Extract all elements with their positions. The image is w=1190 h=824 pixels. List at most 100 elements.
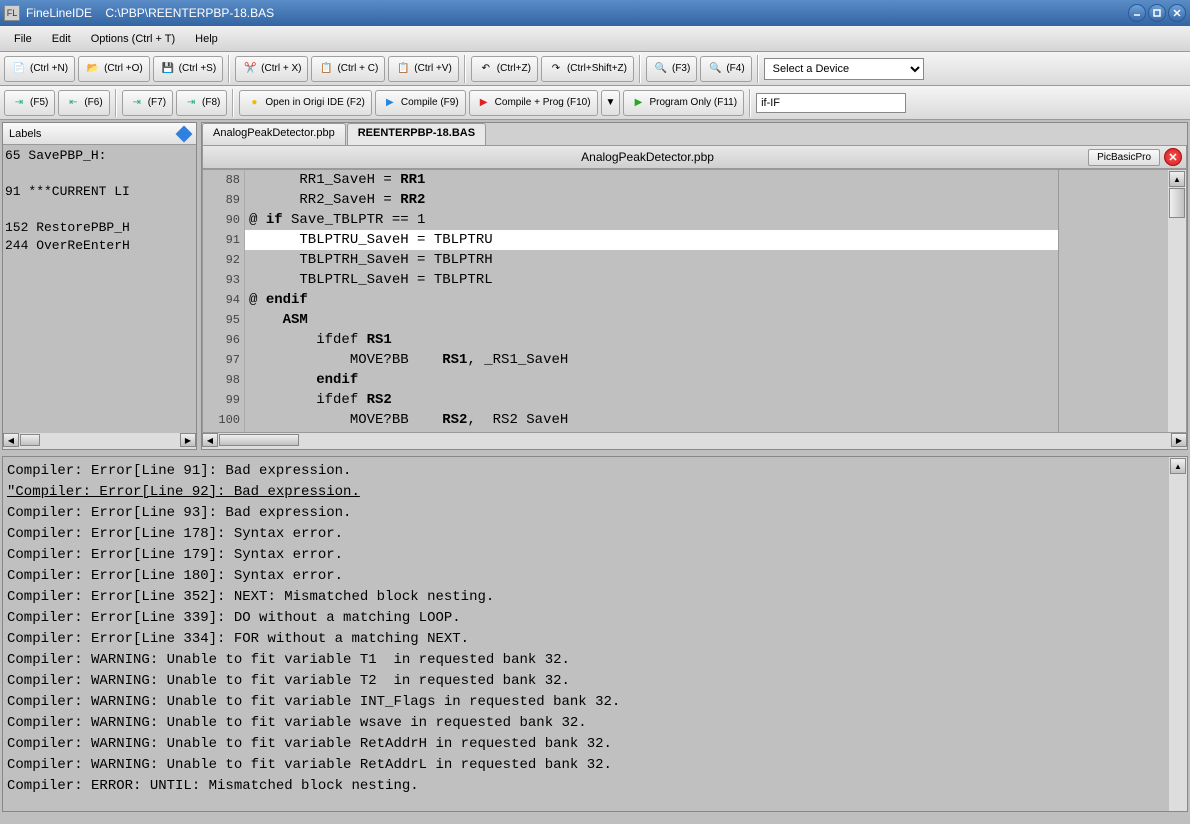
- scroll-thumb[interactable]: [219, 434, 299, 446]
- undo-button[interactable]: ↶(Ctrl+Z): [471, 56, 538, 82]
- editor-panel: AnalogPeakDetector.pbpREENTERPBP-18.BAS …: [201, 122, 1188, 450]
- find-button[interactable]: 🔍(F3): [646, 56, 697, 82]
- code-lines[interactable]: RR1_SaveH = RR1 RR2_SaveH = RR2@ if Save…: [245, 170, 1058, 432]
- scroll-right-button[interactable]: ▶: [180, 433, 196, 447]
- label-row[interactable]: [5, 201, 194, 219]
- labels-panel: Labels 65 SavePBP_H: 91 ***CURRENT LI 15…: [2, 122, 197, 450]
- scroll-thumb[interactable]: [20, 434, 40, 446]
- menu-options[interactable]: Options (Ctrl + T): [81, 29, 185, 49]
- code-line[interactable]: TBLPTRH_SaveH = TBLPTRH: [245, 250, 1058, 270]
- output-line[interactable]: Compiler: Error[Line 334]: FOR without a…: [7, 629, 1165, 650]
- indent-left-button[interactable]: ⇤(F6): [58, 90, 109, 116]
- indent-right-button[interactable]: ⇥(F5): [4, 90, 55, 116]
- editor-tab[interactable]: REENTERPBP-18.BAS: [347, 123, 486, 145]
- redo-button[interactable]: ↷(Ctrl+Shift+Z): [541, 56, 634, 82]
- save-button[interactable]: 💾(Ctrl +S): [153, 56, 224, 82]
- minimize-button[interactable]: [1128, 4, 1146, 22]
- cut-button[interactable]: ✂️(Ctrl + X): [235, 56, 308, 82]
- format-button-f7[interactable]: ⇥(F7): [122, 90, 173, 116]
- save-disk-icon: 💾: [160, 61, 176, 77]
- copy-button[interactable]: 📋(Ctrl + C): [311, 56, 385, 82]
- open-ide-button[interactable]: ●Open in Origi IDE (F2): [239, 90, 371, 116]
- format-button-f8[interactable]: ⇥(F8): [176, 90, 227, 116]
- output-vscroll[interactable]: ▲: [1169, 457, 1187, 811]
- language-badge[interactable]: PicBasicPro: [1088, 149, 1160, 166]
- code-line[interactable]: @ endif: [245, 290, 1058, 310]
- output-line[interactable]: Compiler: WARNING: Unable to fit variabl…: [7, 650, 1165, 671]
- output-line[interactable]: Compiler: WARNING: Unable to fit variabl…: [7, 692, 1165, 713]
- play-red-icon: ▶: [476, 95, 492, 111]
- output-line[interactable]: Compiler: WARNING: Unable to fit variabl…: [7, 755, 1165, 776]
- output-line[interactable]: Compiler: ERROR: UNTIL: Mismatched block…: [7, 776, 1165, 797]
- open-button[interactable]: 📂(Ctrl +O): [78, 56, 150, 82]
- compile-button[interactable]: ▶Compile (F9): [375, 90, 466, 116]
- redo-icon: ↷: [548, 61, 564, 77]
- output-line[interactable]: "Compiler: Error[Line 92]: Bad expressio…: [7, 482, 1165, 503]
- editor-tabs: AnalogPeakDetector.pbpREENTERPBP-18.BAS: [202, 123, 1187, 145]
- new-button[interactable]: 📄(Ctrl +N): [4, 56, 75, 82]
- output-line[interactable]: Compiler: Error[Line 339]: DO without a …: [7, 608, 1165, 629]
- close-button[interactable]: [1168, 4, 1186, 22]
- code-line[interactable]: MOVE?BB RS2, RS2 SaveH: [245, 410, 1058, 430]
- menu-file[interactable]: File: [4, 29, 42, 49]
- search-next-icon: 🔍: [707, 61, 723, 77]
- output-line[interactable]: Compiler: WARNING: Unable to fit variabl…: [7, 713, 1165, 734]
- code-line[interactable]: ifdef RS1: [245, 330, 1058, 350]
- label-row[interactable]: 244 OverReEnterH: [5, 237, 194, 255]
- output-line[interactable]: Compiler: Error[Line 178]: Syntax error.: [7, 524, 1165, 545]
- diamond-icon: [176, 125, 193, 142]
- code-line[interactable]: MOVE?BB RS1, _RS1_SaveH: [245, 350, 1058, 370]
- program-only-button[interactable]: ▶Program Only (F11): [623, 90, 744, 116]
- toolbar-row-1: 📄(Ctrl +N) 📂(Ctrl +O) 💾(Ctrl +S) ✂️(Ctrl…: [0, 52, 1190, 86]
- code-line[interactable]: @ if Save_TBLPTR == 1: [245, 210, 1058, 230]
- code-line[interactable]: RR1_SaveH = RR1: [245, 170, 1058, 190]
- code-line[interactable]: ifdef RS2: [245, 390, 1058, 410]
- scroll-up-button[interactable]: ▲: [1169, 171, 1185, 187]
- app-icon: FL: [4, 5, 20, 21]
- find-next-button[interactable]: 🔍(F4): [700, 56, 751, 82]
- label-row[interactable]: [5, 165, 194, 183]
- paste-button[interactable]: 📋(Ctrl +V): [388, 56, 459, 82]
- labels-header[interactable]: Labels: [3, 123, 196, 145]
- device-select[interactable]: Select a Device: [764, 58, 924, 80]
- close-file-button[interactable]: ✕: [1164, 148, 1182, 166]
- output-line[interactable]: Compiler: Error[Line 93]: Bad expression…: [7, 503, 1165, 524]
- label-row[interactable]: 91 ***CURRENT LI: [5, 183, 194, 201]
- code-line[interactable]: TBLPTRU_SaveH = TBLPTRU: [245, 230, 1058, 250]
- dropdown-button[interactable]: ▼: [601, 90, 621, 116]
- scroll-left-button[interactable]: ◀: [202, 433, 218, 447]
- output-line[interactable]: Compiler: Error[Line 180]: Syntax error.: [7, 566, 1165, 587]
- code-editor[interactable]: 888990919293949596979899100 RR1_SaveH = …: [202, 169, 1187, 433]
- menu-edit[interactable]: Edit: [42, 29, 81, 49]
- output-line[interactable]: Compiler: Error[Line 179]: Syntax error.: [7, 545, 1165, 566]
- copy-icon: 📋: [318, 61, 334, 77]
- output-line[interactable]: Compiler: Error[Line 352]: NEXT: Mismatc…: [7, 587, 1165, 608]
- label-row[interactable]: 152 RestorePBP_H: [5, 219, 194, 237]
- labels-hscroll[interactable]: ◀ ▶: [3, 433, 196, 449]
- code-line[interactable]: RR2_SaveH = RR2: [245, 190, 1058, 210]
- window-title: FineLineIDE C:\PBP\REENTERPBP-18.BAS: [26, 6, 1128, 20]
- new-file-icon: 📄: [11, 61, 27, 77]
- compile-prog-button[interactable]: ▶Compile + Prog (F10): [469, 90, 598, 116]
- compiler-output[interactable]: Compiler: Error[Line 91]: Bad expression…: [3, 457, 1169, 811]
- editor-tab[interactable]: AnalogPeakDetector.pbp: [202, 123, 346, 145]
- output-line[interactable]: Compiler: Error[Line 91]: Bad expression…: [7, 461, 1165, 482]
- indent-icon: ⇥: [129, 95, 145, 111]
- open-folder-icon: 📂: [85, 61, 101, 77]
- scroll-left-button[interactable]: ◀: [3, 433, 19, 447]
- label-row[interactable]: 65 SavePBP_H:: [5, 147, 194, 165]
- maximize-button[interactable]: [1148, 4, 1166, 22]
- quick-snippet-input[interactable]: [756, 93, 906, 113]
- labels-list[interactable]: 65 SavePBP_H: 91 ***CURRENT LI 152 Resto…: [3, 145, 196, 433]
- code-line[interactable]: endif: [245, 370, 1058, 390]
- code-line[interactable]: ASM: [245, 310, 1058, 330]
- menu-help[interactable]: Help: [185, 29, 228, 49]
- editor-vscroll[interactable]: ▲: [1168, 170, 1186, 432]
- output-line[interactable]: Compiler: WARNING: Unable to fit variabl…: [7, 671, 1165, 692]
- code-line[interactable]: TBLPTRL_SaveH = TBLPTRL: [245, 270, 1058, 290]
- scroll-right-button[interactable]: ▶: [1171, 433, 1187, 447]
- editor-hscroll[interactable]: ◀ ▶: [202, 433, 1187, 449]
- output-line[interactable]: Compiler: WARNING: Unable to fit variabl…: [7, 734, 1165, 755]
- scroll-thumb[interactable]: [1169, 188, 1185, 218]
- scroll-up-button[interactable]: ▲: [1170, 458, 1186, 474]
